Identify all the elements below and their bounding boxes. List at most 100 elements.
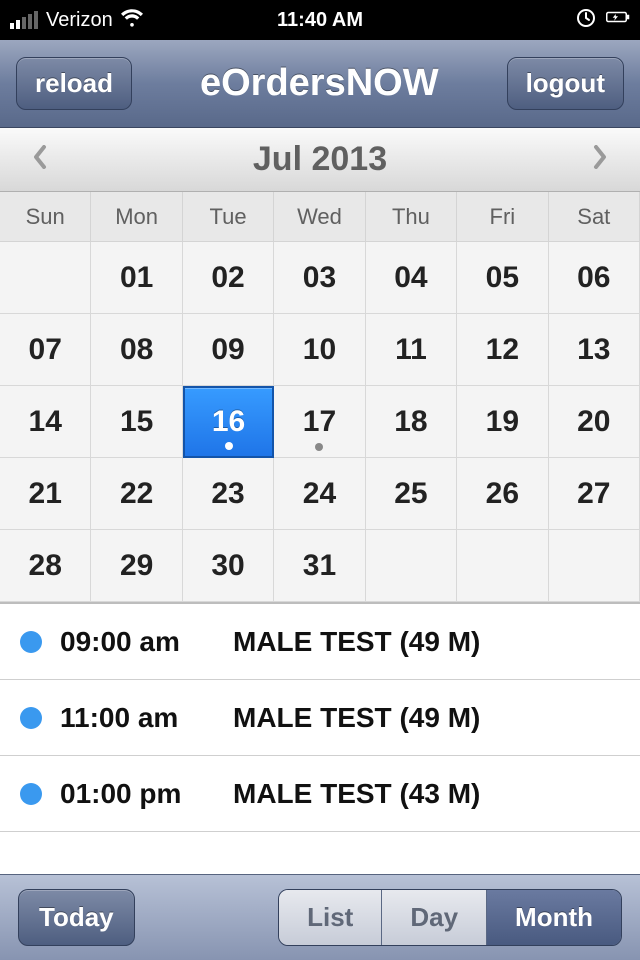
event-title: MALE TEST (43 M) <box>233 778 480 810</box>
calendar-day-cell[interactable]: 01 <box>91 242 182 314</box>
calendar-day-cell[interactable]: 09 <box>183 314 274 386</box>
calendar-day-cell[interactable]: 17 <box>274 386 365 458</box>
calendar-day-cell[interactable]: 26 <box>457 458 548 530</box>
next-month-button[interactable] <box>582 137 618 183</box>
prev-month-button[interactable] <box>22 137 58 183</box>
event-dot-indicator <box>315 443 323 451</box>
event-color-dot <box>20 707 42 729</box>
calendar-day-cell[interactable]: 28 <box>0 530 91 602</box>
calendar-day-number: 03 <box>303 261 336 295</box>
calendar-day-cell[interactable]: 27 <box>549 458 640 530</box>
calendar-day-number: 30 <box>211 549 244 583</box>
calendar-day-cell[interactable]: 02 <box>183 242 274 314</box>
event-row[interactable]: 11:00 amMALE TEST (49 M) <box>0 680 640 756</box>
month-title: Jul 2013 <box>253 140 387 179</box>
status-bar: Verizon 11:40 AM <box>0 0 640 40</box>
event-color-dot <box>20 631 42 653</box>
battery-charging-icon <box>606 5 630 35</box>
calendar-blank-cell <box>0 242 91 314</box>
calendar-day-cell[interactable]: 06 <box>549 242 640 314</box>
calendar-day-number: 25 <box>394 477 427 511</box>
calendar-day-cell[interactable]: 20 <box>549 386 640 458</box>
calendar-day-number: 29 <box>120 549 153 583</box>
calendar-grid: 01 02 03 04 05 06 07 08 09 1011 12 13 14 15 16 17 18 19 20… <box>0 242 640 602</box>
dow-cell: Sun <box>0 192 91 242</box>
calendar-blank-cell <box>366 530 457 602</box>
calendar-day-cell[interactable]: 12 <box>457 314 548 386</box>
alarm-icon <box>574 5 598 35</box>
calendar-blank-cell <box>457 530 548 602</box>
calendar-day-cell[interactable]: 31 <box>274 530 365 602</box>
signal-icon <box>10 11 38 29</box>
calendar-day-cell[interactable]: 05 <box>457 242 548 314</box>
event-row[interactable]: 09:00 am MALE TEST (49 M) <box>0 604 640 680</box>
calendar-day-number: 09 <box>211 333 244 367</box>
segment-day[interactable]: Day <box>382 890 487 945</box>
calendar-day-number: 17 <box>303 405 336 439</box>
dow-header: SunMonTueWedThuFriSat <box>0 192 640 242</box>
calendar-day-cell[interactable]: 14 <box>0 386 91 458</box>
view-segmented-control: ListDayMonth <box>278 889 622 946</box>
event-list: 09:00 amMALE TEST (49 M)11:00 amMALE TES… <box>0 604 640 832</box>
event-color-dot <box>20 783 42 805</box>
calendar-day-number: 12 <box>486 333 519 367</box>
wifi-icon <box>121 6 143 34</box>
calendar-day-number: 27 <box>577 477 610 511</box>
calendar-day-cell[interactable]: 19 <box>457 386 548 458</box>
calendar-blank-cell <box>549 530 640 602</box>
reload-button[interactable]: reload <box>16 57 132 110</box>
calendar-day-number: 20 <box>577 405 610 439</box>
dow-cell: Tue <box>183 192 274 242</box>
calendar-day-cell[interactable]: 21 <box>0 458 91 530</box>
calendar-day-cell[interactable]: 08 <box>91 314 182 386</box>
calendar-day-number: 21 <box>29 477 62 511</box>
calendar-day-cell[interactable]: 18 <box>366 386 457 458</box>
calendar-day-cell[interactable]: 25 <box>366 458 457 530</box>
calendar-day-number: 31 <box>303 549 336 583</box>
calendar-day-cell[interactable]: 29 <box>91 530 182 602</box>
calendar-day-cell[interactable]: 10 <box>274 314 365 386</box>
carrier-label: Verizon <box>46 9 113 32</box>
calendar-day-number: 28 <box>29 549 62 583</box>
event-time: 09:00 am <box>60 626 215 658</box>
calendar-day-number: 07 <box>29 333 62 367</box>
calendar-day-cell[interactable]: 23 <box>183 458 274 530</box>
segment-month[interactable]: Month <box>487 890 621 945</box>
calendar-day-number: 01 <box>120 261 153 295</box>
calendar-day-cell[interactable]: 07 <box>0 314 91 386</box>
top-toolbar: reload eOrdersNOW logout <box>0 40 640 128</box>
calendar-day-cell[interactable]: 04 <box>366 242 457 314</box>
calendar-day-number: 26 <box>486 477 519 511</box>
calendar-day-cell[interactable]: 24 <box>274 458 365 530</box>
bottom-toolbar: Today ListDayMonth <box>0 874 640 960</box>
calendar-day-cell[interactable]: 11 <box>366 314 457 386</box>
calendar-day-number: 15 <box>120 405 153 439</box>
calendar-day-number: 23 <box>211 477 244 511</box>
logout-button[interactable]: logout <box>507 57 624 110</box>
calendar-day-number: 16 <box>212 405 245 439</box>
event-title: MALE TEST (49 M) <box>233 626 480 658</box>
calendar-day-number: 02 <box>211 261 244 295</box>
event-dot-indicator <box>225 442 233 450</box>
dow-cell: Sat <box>549 192 640 242</box>
event-row[interactable]: 01:00 pm MALE TEST (43 M) <box>0 756 640 832</box>
calendar-day-cell[interactable]: 30 <box>183 530 274 602</box>
app-title: eOrdersNOW <box>200 62 439 105</box>
segment-list[interactable]: List <box>279 890 382 945</box>
calendar-day-cell[interactable]: 03 <box>274 242 365 314</box>
dow-cell: Thu <box>366 192 457 242</box>
calendar-day-number: 06 <box>577 261 610 295</box>
calendar-day-number: 08 <box>120 333 153 367</box>
calendar-day-cell[interactable]: 16 <box>183 386 274 458</box>
calendar-day-cell[interactable]: 15 <box>91 386 182 458</box>
event-time: 11:00 am <box>60 702 215 734</box>
today-button[interactable]: Today <box>18 889 135 946</box>
status-time: 11:40 AM <box>217 9 424 32</box>
calendar-day-number: 22 <box>120 477 153 511</box>
calendar-day-cell[interactable]: 13 <box>549 314 640 386</box>
event-time: 01:00 pm <box>60 778 215 810</box>
calendar-day-cell[interactable]: 22 <box>91 458 182 530</box>
calendar-day-number: 04 <box>394 261 427 295</box>
dow-cell: Fri <box>457 192 548 242</box>
calendar-day-number: 19 <box>486 405 519 439</box>
